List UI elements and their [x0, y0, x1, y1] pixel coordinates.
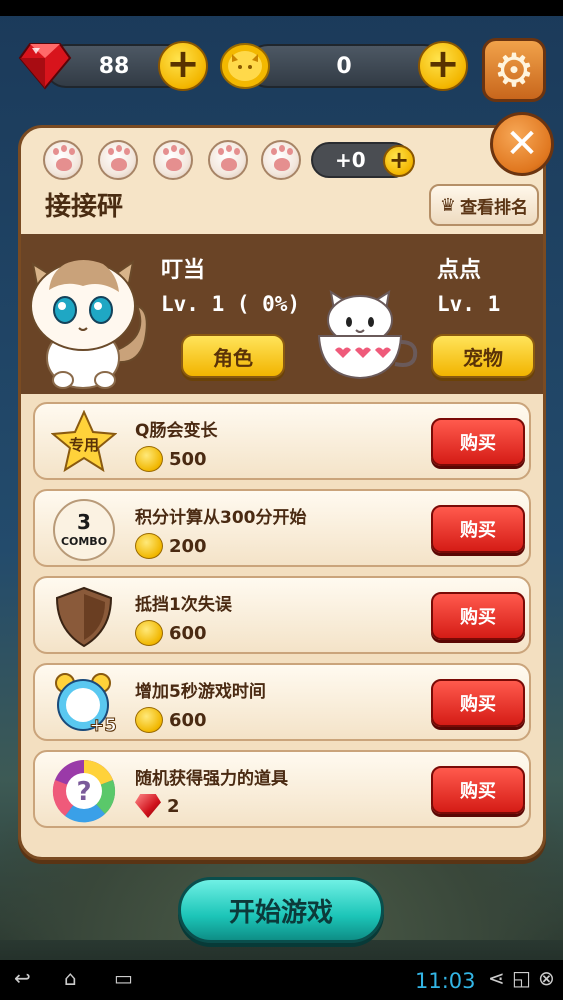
paw-count-value: +0	[335, 148, 366, 172]
item-name: 积分计算从300分开始	[135, 508, 307, 528]
paw-icon	[98, 140, 138, 180]
gem-icon	[135, 794, 161, 818]
settings-button[interactable]: ⚙	[482, 38, 546, 102]
status-bar	[0, 0, 563, 16]
pet-button[interactable]: 宠物	[431, 334, 535, 378]
character-level: Lv. 1 ( 0%)	[161, 292, 301, 316]
exclusive-star-icon: 专用	[51, 410, 117, 476]
coin-icon	[135, 620, 163, 646]
buy-button[interactable]: 购买	[431, 766, 525, 814]
item-price: 600	[135, 707, 207, 733]
add-gems-button[interactable]: +	[158, 41, 208, 91]
start-game-button[interactable]: 开始游戏	[178, 877, 384, 943]
paw-icon	[261, 140, 301, 180]
combo-text: COMBO	[61, 535, 107, 548]
pet-name: 点点	[437, 258, 482, 283]
item-name: Q肠会变长	[135, 421, 218, 441]
panel-header: +0 + 接接砰 ♛ 查看排名	[21, 128, 543, 234]
coin-icon	[220, 43, 270, 89]
character-section: 叮当 Lv. 1 ( 0%) 角色 点点 Lv. 1 宠物	[21, 234, 543, 394]
gem-count: 88	[98, 54, 130, 79]
add-coins-button[interactable]: +	[418, 41, 468, 91]
character-button[interactable]: 角色	[181, 334, 285, 378]
share-icon: ⋖	[488, 966, 505, 990]
add-paw-button[interactable]: +	[383, 145, 415, 177]
shop-item: 专用 Q肠会变长 500 购买	[33, 402, 531, 480]
combo-number: 3	[77, 510, 91, 534]
shield-icon	[51, 584, 117, 650]
coin-icon	[135, 533, 163, 559]
pet-cup-cat-image	[317, 289, 418, 380]
plus-five-label: +5	[89, 715, 117, 736]
game-panel: +0 + 接接砰 ♛ 查看排名 叮当 Lv. 1 ( 0%) 角色 点点 Lv.…	[18, 125, 546, 860]
buy-button[interactable]: 购买	[431, 418, 525, 466]
home-icon[interactable]: ⌂	[64, 968, 77, 988]
item-price: 200	[135, 533, 207, 559]
item-name: 随机获得强力的道具	[135, 769, 288, 789]
navigation-bar: ↩ ⌂ ▭ 11:03 ⋖ ◱ ⊗	[0, 960, 563, 1000]
coin-count: 0	[336, 54, 352, 79]
shop-item: ? 随机获得强力的道具 2 购买	[33, 750, 531, 828]
paw-icon	[153, 140, 193, 180]
buy-button[interactable]: 购买	[431, 505, 525, 553]
character-name: 叮当	[161, 258, 206, 283]
shop-item: 抵挡1次失误 600 购买	[33, 576, 531, 654]
crown-icon: ♛	[439, 194, 457, 216]
question-mark: ?	[76, 777, 91, 807]
random-item-icon: ?	[51, 758, 117, 824]
buy-button[interactable]: 购买	[431, 592, 525, 640]
alarm-clock-icon: +5	[51, 671, 117, 737]
combo-icon: 3 COMBO	[51, 497, 117, 563]
close-icon: ✕	[505, 121, 539, 167]
exclusive-label: 专用	[69, 436, 99, 454]
character-cat-image	[30, 259, 148, 389]
buy-button[interactable]: 购买	[431, 679, 525, 727]
item-name: 增加5秒游戏时间	[135, 682, 266, 702]
window-icon: ◱	[512, 966, 531, 990]
gem-icon	[18, 43, 72, 90]
shop-item: +5 增加5秒游戏时间 600 购买	[33, 663, 531, 741]
back-icon[interactable]: ↩	[14, 968, 31, 988]
close-button[interactable]: ✕	[490, 112, 554, 176]
item-name: 抵挡1次失误	[135, 595, 232, 615]
recent-apps-icon[interactable]: ▭	[114, 968, 133, 988]
view-ranking-label: 查看排名	[460, 197, 529, 218]
close-circle-icon: ⊗	[538, 966, 555, 990]
gear-icon: ⚙	[493, 43, 535, 97]
paw-icon	[208, 140, 248, 180]
game-title: 接接砰	[45, 192, 124, 222]
clock: 11:03	[415, 969, 476, 993]
coin-icon	[135, 707, 163, 733]
coin-icon	[135, 446, 163, 472]
paw-icon	[43, 140, 83, 180]
pet-level: Lv. 1	[437, 292, 501, 316]
item-price: 500	[135, 446, 207, 472]
item-price: 600	[135, 620, 207, 646]
view-ranking-button[interactable]: ♛ 查看排名	[429, 184, 539, 226]
shop-item: 3 COMBO 积分计算从300分开始 200 购买	[33, 489, 531, 567]
item-price: 2	[135, 794, 180, 818]
